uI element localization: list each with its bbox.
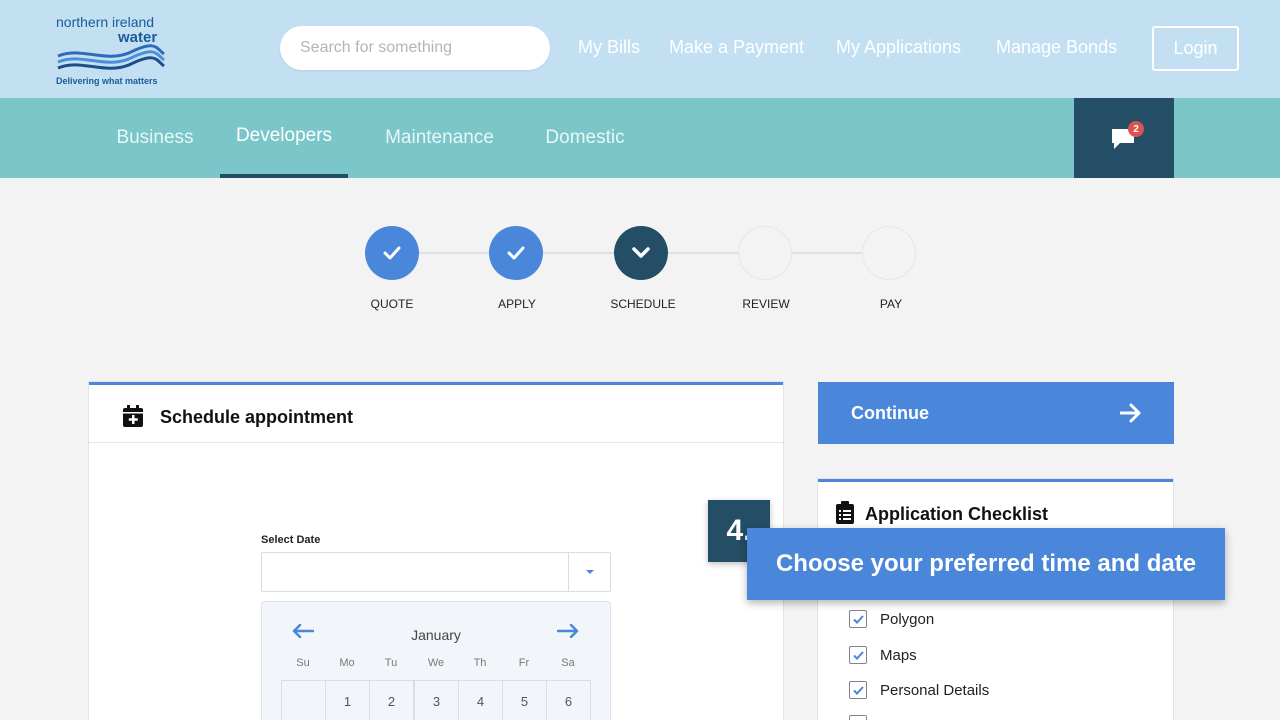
step-label-apply: APPLY (498, 297, 536, 311)
weekday-label: Th (473, 657, 487, 669)
search-input[interactable] (280, 26, 550, 70)
brand-tagline: Delivering what matters (56, 76, 158, 86)
calendar-day[interactable]: 1 (325, 680, 370, 720)
checklist-item-partial[interactable] (849, 714, 880, 720)
chat-button[interactable]: 2 (1074, 98, 1174, 178)
step-connector (791, 252, 863, 254)
checkbox-checked[interactable] (849, 646, 867, 664)
schedule-appointment-card: Schedule appointment Select Date January… (89, 382, 783, 720)
step-connector (667, 252, 739, 254)
continue-label: Continue (851, 403, 929, 423)
checklist-item-label: Maps (880, 646, 917, 664)
checkmark-icon (383, 246, 401, 260)
arrow-right-icon[interactable] (557, 624, 579, 638)
tutorial-caption: Choose your preferred time and date (747, 528, 1225, 600)
wave-logo-icon (57, 44, 165, 70)
weekday-label: Sa (561, 657, 575, 669)
checklist-item-label: Polygon (880, 610, 935, 628)
arrow-right-icon (1120, 403, 1141, 423)
calendar-plus-icon (123, 405, 143, 427)
step-schedule[interactable] (614, 226, 668, 280)
checkmark-icon (852, 614, 864, 624)
chevron-down-icon (632, 247, 650, 258)
calendar-day[interactable]: 2 (369, 680, 414, 720)
nav-manage-bonds[interactable]: Manage Bonds (996, 37, 1117, 58)
checkmark-icon (507, 246, 525, 260)
nav-my-bills[interactable]: My Bills (578, 37, 640, 58)
calendar-day[interactable]: 4 (458, 680, 503, 720)
weekday-label: Tu (384, 657, 398, 669)
checklist-item[interactable]: Personal Details (849, 680, 989, 700)
checkbox-checked[interactable] (849, 610, 867, 628)
top-header: northern ireland water Delivering what m… (0, 0, 1280, 98)
calendar-day[interactable]: 6 (546, 680, 591, 720)
brand-name-line1: northern ireland (56, 14, 155, 30)
nav-make-a-payment[interactable]: Make a Payment (669, 37, 804, 58)
calendar-day[interactable]: 5 (502, 680, 547, 720)
checkbox-checked[interactable] (849, 681, 867, 699)
checkmark-icon (852, 650, 864, 660)
weekday-label: We (427, 657, 445, 669)
tab-business[interactable]: Business (100, 98, 210, 178)
tab-maintenance[interactable]: Maintenance (368, 98, 511, 178)
brand-logo[interactable]: northern ireland water Delivering what m… (56, 14, 176, 90)
checklist-item-label: Personal Details (880, 681, 990, 699)
dropdown-divider (568, 553, 569, 591)
notification-badge: 2 (1128, 121, 1144, 137)
checklist-item[interactable]: Polygon (849, 609, 934, 629)
step-apply[interactable] (489, 226, 543, 280)
step-quote[interactable] (365, 226, 419, 280)
weekday-label: Mo (339, 657, 355, 669)
step-connector (543, 252, 615, 254)
step-label-quote: QUOTE (370, 297, 414, 311)
calendar-day-empty (281, 680, 326, 720)
date-picker-calendar: January Su Mo Tu We Th Fr Sa 1 2 3 4 5 6 (261, 601, 611, 720)
date-select-dropdown[interactable] (261, 552, 611, 592)
tab-developers[interactable]: Developers (220, 98, 348, 178)
step-connector (418, 252, 490, 254)
caret-down-icon (586, 570, 594, 574)
select-date-label: Select Date (261, 534, 321, 546)
checklist-item[interactable]: Maps (849, 645, 917, 665)
step-pay (862, 226, 916, 280)
tab-domestic[interactable]: Domestic (530, 98, 640, 178)
checklist-title: Application Checklist (865, 504, 1049, 524)
step-label-schedule: SCHEDULE (610, 297, 676, 311)
nav-my-applications[interactable]: My Applications (836, 37, 961, 58)
card-title: Schedule appointment (160, 407, 354, 427)
login-button[interactable]: Login (1152, 26, 1239, 71)
weekday-label: Fr (518, 657, 530, 669)
checkmark-icon (852, 685, 864, 695)
card-header: Schedule appointment (89, 385, 783, 443)
weekday-label: Su (296, 657, 310, 669)
clipboard-list-icon (836, 501, 854, 524)
checkbox-unchecked[interactable] (849, 715, 867, 720)
calendar-day[interactable]: 3 (414, 680, 459, 720)
step-label-pay: PAY (879, 297, 903, 311)
continue-button[interactable]: Continue (818, 382, 1174, 444)
step-label-review: REVIEW (742, 297, 790, 311)
step-review (738, 226, 792, 280)
